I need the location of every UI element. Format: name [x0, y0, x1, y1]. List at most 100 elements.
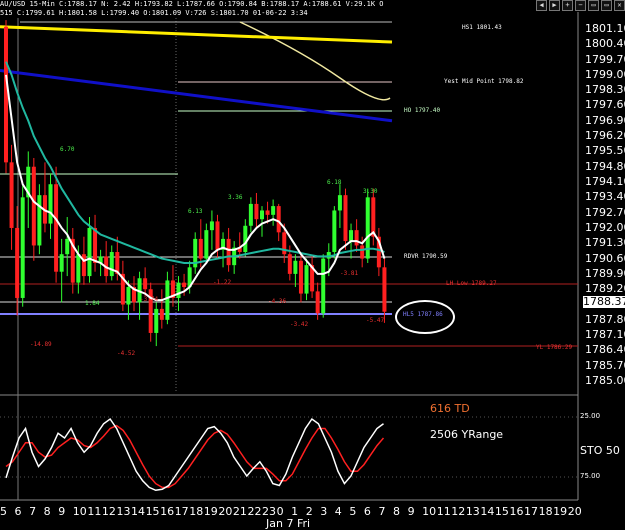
trend-line — [0, 25, 393, 44]
price-tick-label: 1787.10 — [585, 328, 625, 342]
oscillator — [5, 417, 385, 492]
candle-body — [126, 287, 131, 305]
candle-body — [343, 195, 348, 242]
swing-label: 3.36 — [228, 194, 243, 201]
candle-body — [182, 282, 187, 288]
price-tick-label: 1792.00 — [585, 220, 625, 234]
scroll-left-icon[interactable]: ◀ — [536, 0, 547, 11]
candle-body — [20, 197, 25, 298]
time-tick-label: 17 — [524, 505, 539, 518]
time-tick-label: 19 — [553, 505, 568, 518]
price-tick-label: 1798.30 — [585, 83, 625, 97]
swing-label: -1.22 — [213, 279, 232, 286]
time-tick-label: 12 — [451, 505, 466, 518]
swing-label: 6.13 — [188, 208, 203, 215]
time-tick-label: 21 — [232, 505, 247, 518]
price-tick-label: 1791.30 — [585, 236, 625, 250]
chart-toolbar: ◀ ▶ + − ▭ ▭ ✕ — [536, 0, 625, 12]
time-tick-label: 12 — [101, 505, 116, 518]
candle-body — [76, 254, 81, 283]
scroll-right-icon[interactable]: ▶ — [549, 0, 560, 11]
candle-body — [337, 195, 342, 211]
candle-body — [271, 206, 276, 215]
price-tick-label: 1794.80 — [585, 159, 625, 173]
price-tick-label: 1800.40 — [585, 37, 625, 51]
level-label-lh-low: LH Low 1789.27 — [446, 280, 497, 287]
price-tick-label: 1801.10 — [585, 21, 625, 35]
stochastic-slow-line — [5, 424, 385, 489]
time-tick-label: 19 — [203, 505, 218, 518]
close-icon[interactable]: ✕ — [614, 0, 625, 11]
time-tick-label: 6 — [14, 505, 22, 518]
time-tick-label: 9 — [58, 505, 66, 518]
price-tick-label: 1796.90 — [585, 113, 625, 127]
time-tick-label: 15 — [494, 505, 509, 518]
time-tick-label: 8 — [43, 505, 51, 518]
candle-body — [215, 221, 220, 250]
candle-body — [260, 210, 264, 220]
highlight-ellipse — [395, 300, 455, 334]
candle-body — [254, 203, 259, 220]
minimize-icon[interactable]: ▭ — [588, 0, 599, 11]
candle-body — [4, 26, 8, 163]
maximize-icon[interactable]: ▭ — [601, 0, 612, 11]
level-label-ho: HO 1797.40 — [404, 107, 441, 114]
candle-body — [293, 260, 298, 274]
candle-body — [287, 254, 292, 274]
swing-label: -4.52 — [117, 350, 136, 357]
time-tick-label: 17 — [174, 505, 189, 518]
chart-canvas[interactable] — [0, 0, 625, 529]
time-tick-label: 13 — [465, 505, 480, 518]
price-tick-label: 1792.70 — [585, 205, 625, 219]
candle-body — [9, 162, 14, 228]
time-tick-label: 22 — [247, 505, 262, 518]
candle-body — [248, 203, 253, 226]
price-tick-label: 1790.60 — [585, 251, 625, 265]
time-tick-label: 3 — [320, 505, 328, 518]
candle-body — [87, 227, 92, 277]
candle-body — [354, 230, 359, 246]
time-tick-label: 16 — [160, 505, 175, 518]
time-tick-label: 9 — [407, 505, 415, 518]
candle-body — [204, 230, 209, 259]
quote-header: AU/USD 15-Min C:1788.17 N: 2.42 H:1793.8… — [0, 0, 384, 8]
level-label-rdvr: RDVR 1790.59 — [404, 253, 448, 260]
price-tick-label: 1793.40 — [585, 190, 625, 204]
price-tick-label: 1795.50 — [585, 144, 625, 158]
zoom-in-icon[interactable]: + — [562, 0, 573, 11]
candle-body — [298, 260, 303, 294]
time-tick-label: 7 — [378, 505, 386, 518]
swing-label: -3.81 — [340, 270, 359, 277]
td-label: 616 TD — [430, 402, 470, 415]
swing-label: -5.47 — [366, 317, 385, 324]
swing-label: -14.89 — [30, 341, 52, 348]
swing-label: 6.18 — [327, 179, 342, 186]
candle-body — [31, 166, 36, 246]
price-tick-label: 1796.20 — [585, 129, 625, 143]
price-tick-label: 1797.60 — [585, 98, 625, 112]
price-levels — [0, 21, 578, 347]
candle-body — [276, 206, 281, 233]
sto-label: STO 50 — [580, 444, 620, 457]
price-tick-label: 1785.00 — [585, 374, 625, 388]
candle-body — [304, 265, 309, 294]
time-tick-label: 4 — [334, 505, 342, 518]
trend-line — [0, 69, 393, 123]
stochastic-fast-line — [5, 417, 384, 492]
yrange-label: 2506 YRange — [430, 428, 504, 441]
swing-label: 1.84 — [85, 300, 100, 307]
swing-label: -3.42 — [290, 321, 309, 328]
candle-body — [81, 254, 86, 277]
candle-body — [371, 197, 376, 237]
time-tick-label: 11 — [87, 505, 102, 518]
candle-body — [143, 278, 148, 290]
candle-body — [315, 291, 320, 314]
zoom-out-icon[interactable]: − — [575, 0, 586, 11]
candle-body — [93, 227, 98, 263]
swing-label: 6.70 — [60, 146, 75, 153]
candle-body — [154, 308, 159, 333]
candle-body — [59, 254, 64, 272]
time-tick-label: 18 — [189, 505, 204, 518]
price-tick-label: 1785.70 — [585, 358, 625, 372]
candle-body — [37, 195, 42, 246]
